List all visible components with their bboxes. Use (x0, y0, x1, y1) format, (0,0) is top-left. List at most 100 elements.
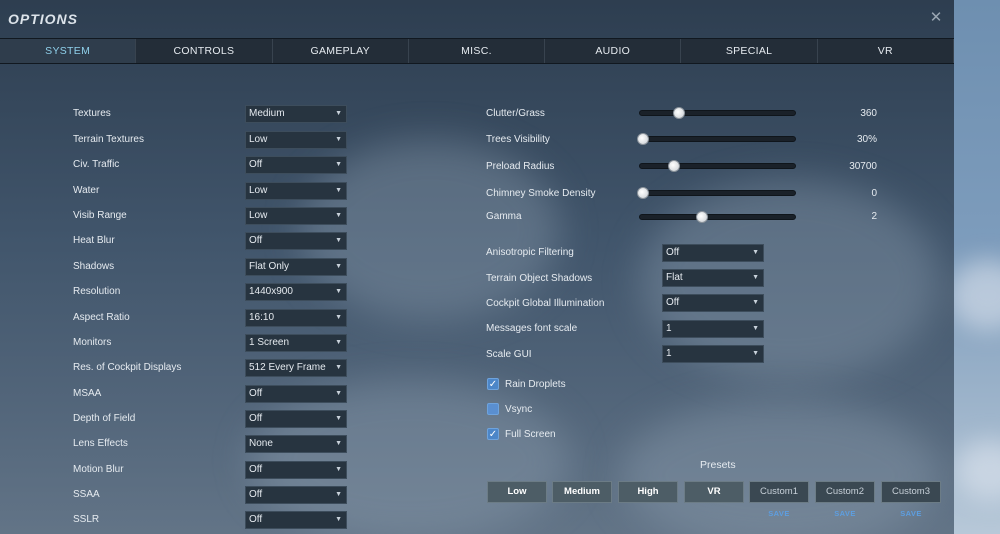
chevron-down-icon: ▼ (752, 274, 759, 281)
civ-traffic-dropdown[interactable]: Off ▼ (245, 156, 347, 174)
dropdown-value: Off (249, 388, 263, 399)
dropdown-value: None (249, 438, 273, 449)
close-icon[interactable]: ✕ (928, 10, 944, 26)
slider-value: 0 (871, 188, 877, 199)
slider-thumb[interactable] (637, 187, 650, 199)
setting-label-visib-range: Visib Range (73, 210, 127, 221)
background-cloud (955, 440, 1000, 500)
lens-effects-dropdown[interactable]: None ▼ (245, 435, 347, 453)
messages-font-scale-dropdown[interactable]: 1 ▼ (662, 320, 764, 338)
tab-gameplay[interactable]: GAMEPLAY (272, 39, 409, 63)
motion-blur-dropdown[interactable]: Off ▼ (245, 461, 347, 479)
setting-label-terrain-textures: Terrain Textures (73, 134, 144, 145)
aspect-ratio-dropdown[interactable]: 16:10 ▼ (245, 309, 347, 327)
save-custom1-link[interactable]: SAVE (749, 509, 809, 518)
chevron-down-icon: ▼ (335, 161, 342, 168)
heat-blur-dropdown[interactable]: Off ▼ (245, 232, 347, 250)
chevron-down-icon: ▼ (335, 263, 342, 270)
chevron-down-icon: ▼ (752, 299, 759, 306)
slider-label-trees-visibility: Trees Visibility (486, 134, 550, 145)
msaa-dropdown[interactable]: Off ▼ (245, 385, 347, 403)
water-dropdown[interactable]: Low ▼ (245, 182, 347, 200)
dropdown-value: Low (249, 185, 268, 196)
tab-controls[interactable]: CONTROLS (136, 39, 273, 63)
preload-radius-slider[interactable] (639, 160, 796, 172)
ssaa-dropdown[interactable]: Off ▼ (245, 486, 347, 504)
trees-visibility-slider[interactable] (637, 133, 796, 145)
chevron-down-icon: ▼ (752, 350, 759, 357)
dropdown-value: Flat (666, 272, 683, 283)
vsync-checkbox[interactable] (487, 403, 499, 415)
dropdown-value: Low (249, 134, 268, 145)
dropdown-value: 1 (666, 323, 672, 334)
chevron-down-icon: ▼ (335, 212, 342, 219)
cockpit-illumination-dropdown[interactable]: Off ▼ (662, 294, 764, 312)
terrain-object-shadows-dropdown[interactable]: Flat ▼ (662, 269, 764, 287)
dropdown-value: 16:10 (249, 312, 275, 323)
preset-custom1-button[interactable]: Custom1 (749, 481, 809, 503)
rain-droplets-checkbox[interactable]: ✓ (487, 378, 499, 390)
preset-low-button[interactable]: Low (487, 481, 547, 503)
setting-label-cockpit-displays: Res. of Cockpit Displays (73, 362, 182, 373)
slider-label-preload-radius: Preload Radius (486, 161, 555, 172)
checkbox-label-full-screen: Full Screen (505, 429, 556, 440)
depth-of-field-dropdown[interactable]: Off ▼ (245, 410, 347, 428)
monitors-dropdown[interactable]: 1 Screen ▼ (245, 334, 347, 352)
slider-label-chimney-smoke: Chimney Smoke Density (486, 188, 596, 199)
cockpit-displays-dropdown[interactable]: 512 Every Frame ▼ (245, 359, 347, 377)
resolution-dropdown[interactable]: 1440x900 ▼ (245, 283, 347, 301)
dropdown-value: 512 Every Frame (249, 362, 326, 373)
tab-special[interactable]: SPECIAL (681, 39, 818, 63)
shadows-dropdown[interactable]: Flat Only ▼ (245, 258, 347, 276)
chevron-down-icon: ▼ (335, 440, 342, 447)
setting-label-msaa: MSAA (73, 388, 102, 399)
checkbox-label-rain-droplets: Rain Droplets (505, 379, 566, 390)
slider-thumb[interactable] (668, 160, 681, 172)
tab-system[interactable]: SYSTEM (0, 39, 137, 63)
save-custom2-link[interactable]: SAVE (815, 509, 875, 518)
slider-value: 30% (856, 134, 877, 145)
tab-misc[interactable]: MISC. (408, 39, 546, 63)
tab-audio[interactable]: AUDIO (545, 39, 682, 63)
slider-thumb[interactable] (637, 133, 650, 145)
setting-label-monitors: Monitors (73, 337, 112, 348)
presets-title: Presets (700, 459, 736, 471)
visib-range-dropdown[interactable]: Low ▼ (245, 207, 347, 225)
dropdown-value: 1 Screen (249, 337, 290, 348)
slider-value: 30700 (849, 161, 877, 172)
chevron-down-icon: ▼ (752, 325, 759, 332)
chimney-smoke-slider[interactable] (637, 187, 796, 199)
title-bar: OPTIONS ✕ (0, 0, 954, 38)
preset-high-button[interactable]: High (618, 481, 678, 503)
gamma-slider[interactable] (639, 211, 796, 223)
textures-dropdown[interactable]: Medium ▼ (245, 105, 347, 123)
tab-vr[interactable]: VR (817, 39, 954, 63)
anisotropic-dropdown[interactable]: Off ▼ (662, 244, 764, 262)
slider-thumb[interactable] (672, 107, 685, 119)
chevron-down-icon: ▼ (335, 390, 342, 397)
slider-label-clutter-grass: Clutter/Grass (486, 108, 545, 119)
preset-vr-button[interactable]: VR (684, 481, 744, 503)
dropdown-value: 1 (666, 348, 672, 359)
clutter-grass-slider[interactable] (639, 107, 796, 119)
setting-label-anisotropic: Anisotropic Filtering (486, 247, 574, 258)
chevron-down-icon: ▼ (335, 516, 342, 523)
save-custom3-link[interactable]: SAVE (881, 509, 941, 518)
scale-gui-dropdown[interactable]: 1 ▼ (662, 345, 764, 363)
setting-label-depth-of-field: Depth of Field (73, 413, 136, 424)
preset-medium-button[interactable]: Medium (552, 481, 612, 503)
sslr-dropdown[interactable]: Off ▼ (245, 511, 347, 529)
dropdown-value: 1440x900 (249, 286, 293, 297)
slider-value: 360 (860, 108, 877, 119)
setting-label-messages-font-scale: Messages font scale (486, 323, 578, 334)
dropdown-value: Flat Only (249, 261, 290, 272)
slider-label-gamma: Gamma (486, 211, 522, 222)
setting-label-shadows: Shadows (73, 261, 115, 272)
preset-custom2-button[interactable]: Custom2 (815, 481, 875, 503)
full-screen-checkbox[interactable]: ✓ (487, 428, 499, 440)
background-cloud (948, 260, 1000, 330)
slider-thumb[interactable] (696, 211, 708, 223)
setting-label-lens-effects: Lens Effects (73, 438, 128, 449)
terrain-textures-dropdown[interactable]: Low ▼ (245, 131, 347, 149)
preset-custom3-button[interactable]: Custom3 (881, 481, 941, 503)
